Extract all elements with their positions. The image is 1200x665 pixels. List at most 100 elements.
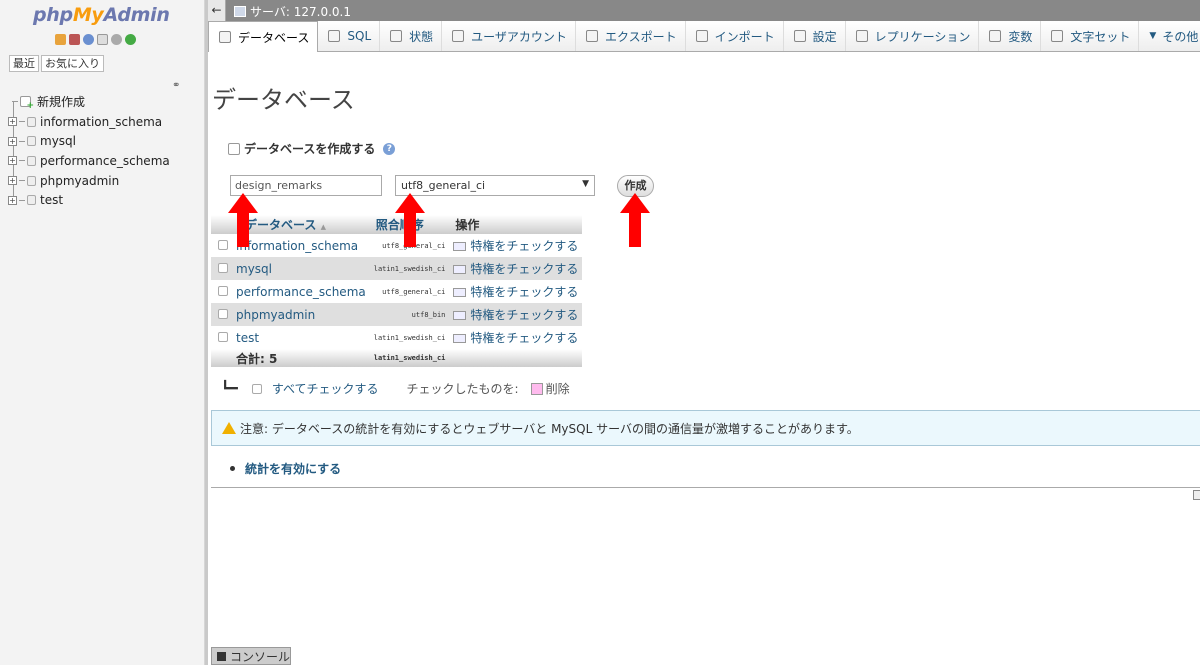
tab-import[interactable]: インポート: [685, 21, 784, 51]
check-privileges-link[interactable]: 特権をチェックする: [449, 257, 583, 280]
with-selected-label: チェックしたものを:: [406, 382, 519, 396]
top-bar: ← サーバ: 127.0.0.1: [208, 0, 1200, 21]
tab-sql[interactable]: SQL: [318, 21, 381, 51]
tree-item-information-schema[interactable]: + information_schema: [8, 112, 170, 132]
dropdown-arrow-icon: ▼: [582, 179, 589, 189]
privileges-icon: [453, 311, 467, 320]
check-privileges-link[interactable]: 特権をチェックする: [449, 234, 583, 257]
import-icon: [695, 30, 708, 42]
exit-icon[interactable]: [69, 34, 80, 45]
home-icon[interactable]: [55, 34, 66, 45]
tree-item-label: phpmyadmin: [40, 173, 120, 188]
annotation-arrow-icon: [228, 193, 258, 247]
page-settings-icon[interactable]: [1193, 490, 1200, 500]
table-row: mysql latin1_swedish_ci 特権をチェックする: [211, 257, 583, 280]
console-toggle[interactable]: コンソール: [211, 647, 291, 665]
table-row: phpmyadmin utf8_bin 特権をチェックする: [211, 303, 583, 326]
tree-item-label: mysql: [40, 134, 76, 149]
charset-icon: [1051, 30, 1064, 42]
docs-icon[interactable]: [97, 34, 108, 45]
database-icon: [27, 195, 36, 206]
collation-cell: utf8_general_ci: [369, 280, 450, 303]
navigation-panel: phpMyAdmin 最近 お気に入り ⚭ 新規作成 + information…: [0, 0, 205, 665]
tab-more[interactable]: ▼ その他: [1139, 21, 1200, 51]
tab-charsets[interactable]: 文字セット: [1041, 21, 1140, 51]
table-row: performance_schema utf8_general_ci 特権をチェ…: [211, 280, 583, 303]
column-header-operations: 操作: [449, 215, 583, 234]
table-row: test latin1_swedish_ci 特権をチェックする: [211, 326, 583, 349]
recent-button[interactable]: 最近: [9, 55, 39, 72]
expand-icon[interactable]: +: [8, 136, 17, 146]
tab-replication[interactable]: レプリケーション: [845, 21, 980, 51]
variables-icon: [989, 30, 1002, 42]
enable-statistics-link[interactable]: 統計を有効にする: [230, 460, 341, 477]
row-checkbox[interactable]: [211, 257, 232, 280]
check-all-checkbox[interactable]: [251, 383, 262, 394]
tree-item-label: test: [40, 193, 64, 208]
expand-icon[interactable]: +: [8, 117, 17, 127]
tree-item-performance-schema[interactable]: + performance_schema: [8, 151, 170, 171]
help-icon[interactable]: ?: [383, 142, 396, 155]
favorites-button[interactable]: お気に入り: [41, 55, 104, 72]
collapse-nav-button[interactable]: ←: [208, 0, 226, 21]
check-all-label[interactable]: すべてチェックする: [272, 380, 379, 397]
database-link[interactable]: phpmyadmin: [232, 303, 370, 326]
row-checkbox[interactable]: [211, 303, 232, 326]
database-tree: 新規作成 + information_schema + mysql + perf…: [8, 92, 170, 210]
collation-select[interactable]: utf8_general_ci ▼: [395, 175, 595, 196]
top-menu-tabs: データベース SQL 状態 ユーザアカウント エクスポート インポート 設定 レ…: [208, 21, 1200, 52]
main-content: データベース データベースを作成する ? utf8_general_ci ▼ 作…: [208, 52, 1200, 647]
tab-export[interactable]: エクスポート: [575, 21, 686, 51]
row-checkbox[interactable]: [211, 326, 232, 349]
total-label: 合計: 5: [232, 349, 370, 367]
tree-item-new[interactable]: 新規作成: [8, 92, 170, 112]
annotation-arrow-icon: [620, 193, 650, 247]
tree-item-phpmyadmin[interactable]: + phpmyadmin: [8, 171, 170, 191]
new-db-icon: [20, 96, 34, 111]
check-privileges-link[interactable]: 特権をチェックする: [449, 280, 583, 303]
quick-icons: [55, 34, 136, 45]
sql-icon: [328, 30, 341, 42]
tree-item-mysql[interactable]: + mysql: [8, 131, 170, 151]
notice-message: 注意: データベースの統計を有効にするとウェブサーバと MySQL サーバの間の…: [211, 410, 1200, 446]
reload-icon[interactable]: [125, 34, 136, 45]
phpmyadmin-logo[interactable]: phpMyAdmin: [33, 4, 170, 26]
tree-item-test[interactable]: + test: [8, 190, 170, 210]
bullet: [230, 466, 235, 471]
help-icon[interactable]: [83, 34, 94, 45]
expand-icon[interactable]: +: [8, 156, 17, 166]
expand-icon[interactable]: +: [8, 176, 17, 186]
create-database-heading[interactable]: データベースを作成する ?: [228, 140, 396, 157]
collation-cell: utf8_bin: [369, 303, 450, 326]
link-icon[interactable]: ⚭: [172, 80, 180, 91]
database-icon: [27, 155, 36, 166]
check-privileges-link[interactable]: 特権をチェックする: [449, 303, 583, 326]
new-database-icon: [228, 142, 240, 155]
gear-icon[interactable]: [111, 34, 122, 45]
export-icon: [585, 30, 598, 42]
database-link[interactable]: mysql: [232, 257, 370, 280]
tab-databases[interactable]: データベース: [208, 21, 319, 52]
expand-icon[interactable]: +: [8, 195, 17, 205]
row-checkbox[interactable]: [211, 280, 232, 303]
database-icon: [219, 31, 231, 43]
chevron-down-icon: ▼: [1149, 31, 1157, 41]
table-total-row: 合計: 5 latin1_swedish_ci: [211, 349, 583, 367]
enable-statistics-label: 統計を有効にする: [245, 462, 342, 476]
database-link[interactable]: test: [232, 326, 370, 349]
breadcrumb[interactable]: サーバ: 127.0.0.1: [234, 3, 351, 20]
notice-text: 注意: データベースの統計を有効にするとウェブサーバと MySQL サーバの間の…: [240, 421, 859, 436]
warning-icon: [222, 422, 236, 434]
collation-cell: latin1_swedish_ci: [369, 326, 450, 349]
tab-settings[interactable]: 設定: [783, 21, 846, 51]
database-link[interactable]: performance_schema: [232, 280, 370, 303]
tab-variables[interactable]: 変数: [979, 21, 1042, 51]
delete-button[interactable]: 削除: [546, 380, 570, 397]
wrench-icon: [793, 30, 806, 42]
tab-status[interactable]: 状態: [380, 21, 443, 51]
create-database-label: データベースを作成する: [244, 142, 376, 156]
check-privileges-link[interactable]: 特権をチェックする: [449, 326, 583, 349]
tree-item-label: 新規作成: [37, 95, 86, 110]
tab-user-accounts[interactable]: ユーザアカウント: [442, 21, 576, 51]
database-icon: [27, 175, 36, 186]
